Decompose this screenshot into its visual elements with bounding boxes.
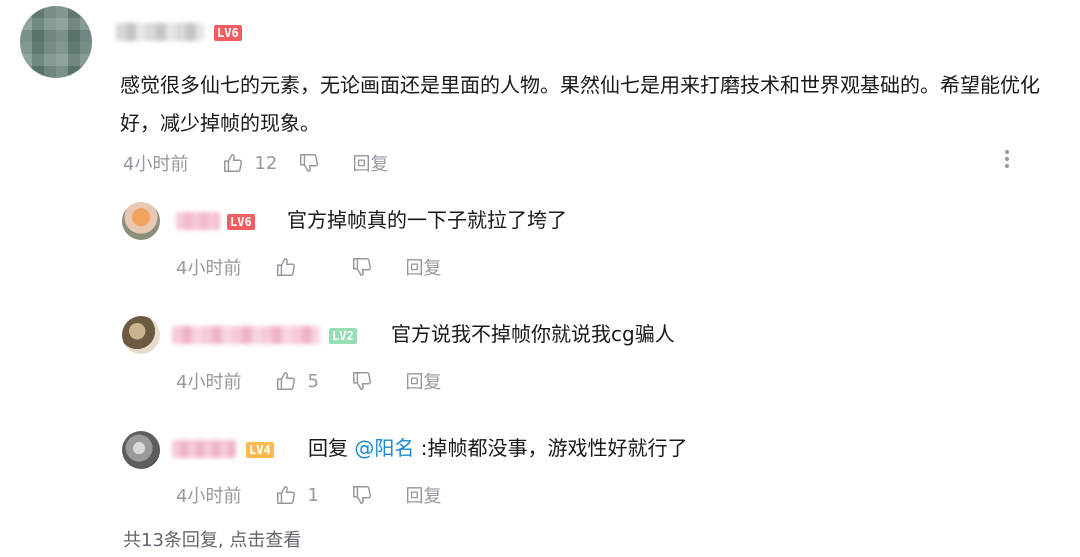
reply-text: 官方掉帧真的一下子就拉了垮了 [287, 208, 567, 232]
thumbs-down-icon[interactable] [351, 256, 373, 278]
view-more-replies-link[interactable]: 共13条回复, 点击查看 [123, 529, 301, 553]
username-blurred[interactable] [116, 23, 204, 41]
username-blurred[interactable] [172, 326, 320, 344]
level-badge: LV2 [329, 328, 357, 344]
reply-body: :掉帧都没事，游戏性好就行了 [420, 436, 688, 460]
like-count: 12 [254, 152, 278, 174]
reply-button[interactable]: 回复 [352, 150, 388, 176]
comment-text: 感觉很多仙七的元素，无论画面还是里面的人物。果然仙七是用来打磨技术和世界观基础的… [120, 73, 1040, 135]
avatar[interactable] [122, 431, 160, 469]
like-count: 1 [307, 484, 319, 506]
mention-link[interactable]: @阳名 [354, 436, 414, 460]
reply-time: 4小时前 [176, 372, 242, 393]
thumbs-down-icon[interactable] [351, 484, 373, 506]
thumbs-down-icon[interactable] [298, 152, 320, 174]
reply-text: 回复 @阳名 :掉帧都没事，游戏性好就行了 [308, 436, 687, 460]
reply-button[interactable]: 回复 [405, 368, 441, 394]
reply-prefix: 回复 [308, 436, 348, 460]
more-vertical-icon[interactable] [1002, 148, 1012, 170]
reply-button[interactable]: 回复 [405, 482, 441, 508]
thumbs-up-icon[interactable] [222, 152, 244, 174]
comment-time: 4小时前 [123, 154, 189, 175]
thumbs-down-icon[interactable] [351, 370, 373, 392]
reply-button[interactable]: 回复 [405, 254, 441, 280]
username-blurred[interactable] [176, 212, 220, 230]
like-count: 5 [307, 370, 319, 392]
thumbs-up-icon[interactable] [275, 256, 297, 278]
reply-actions: 4小时前 回复 [176, 255, 441, 279]
level-badge: LV6 [227, 214, 255, 230]
username-blurred[interactable] [172, 440, 236, 458]
avatar[interactable] [122, 202, 160, 240]
reply-actions: 4小时前 5 回复 [176, 368, 441, 394]
thumbs-up-icon[interactable] [275, 370, 297, 392]
reply-text: 官方说我不掉帧你就说我cg骗人 [391, 322, 675, 346]
comment-actions: 4小时前 12 回复 [123, 150, 388, 176]
reply-actions: 4小时前 1 回复 [176, 482, 441, 508]
reply-time: 4小时前 [176, 486, 242, 507]
reply-time: 4小时前 [176, 258, 242, 279]
level-badge: LV6 [214, 25, 242, 41]
avatar[interactable] [20, 6, 92, 78]
level-badge: LV4 [246, 442, 274, 458]
avatar[interactable] [122, 316, 160, 354]
thumbs-up-icon[interactable] [275, 484, 297, 506]
